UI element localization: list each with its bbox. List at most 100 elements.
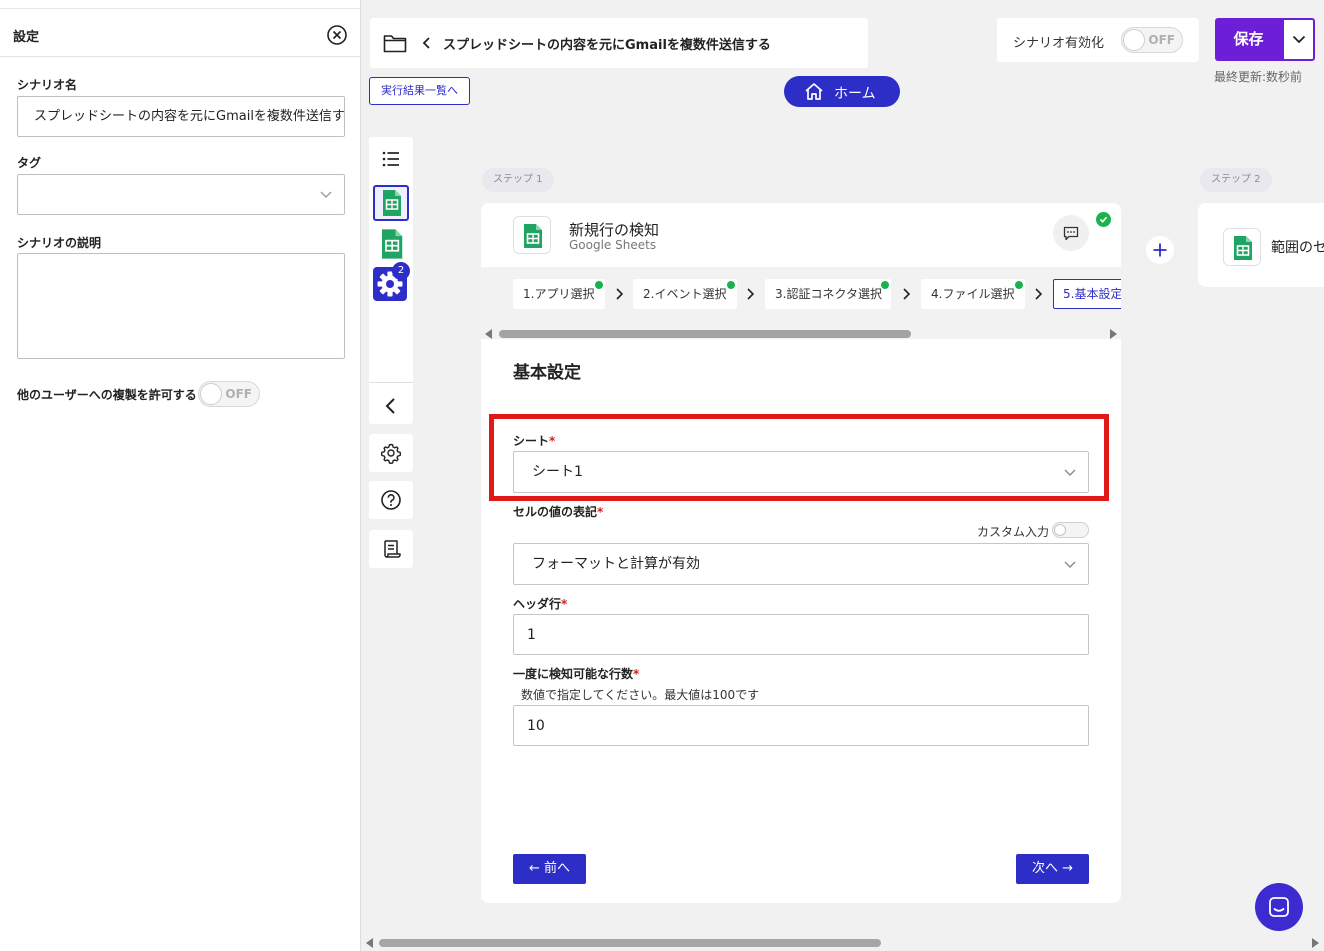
- step-tabs: 1.アプリ選択 2.イベント選択 3.認証コネクタ選択 4.ファイル選択 5.基…: [481, 267, 1121, 339]
- header-row-input[interactable]: 1: [513, 614, 1089, 655]
- tab-label: 1.アプリ選択: [523, 287, 595, 301]
- plus-icon: [1153, 243, 1167, 257]
- check-icon: [727, 281, 735, 289]
- chevron-right-icon: [903, 288, 910, 300]
- log-button[interactable]: [369, 530, 413, 568]
- comment-icon: [1063, 226, 1079, 241]
- prev-button[interactable]: ← 前へ: [513, 854, 586, 884]
- tab-connector-select[interactable]: 3.認証コネクタ選択: [765, 279, 891, 309]
- google-sheets-icon: [382, 229, 403, 259]
- tab-basic-settings[interactable]: 5.基本設定: [1053, 279, 1121, 309]
- scenario-enable-box: シナリオ有効化 OFF: [997, 18, 1199, 62]
- description-label: シナリオの説明: [17, 236, 102, 250]
- toggle-knob: [1123, 29, 1145, 51]
- document-icon: [384, 540, 401, 558]
- tab-event-select[interactable]: 2.イベント選択: [633, 279, 737, 309]
- settings-panel: 設定 シナリオ名 スプレッドシートの内容を元にGmailを複数件送信する タグ …: [0, 0, 361, 951]
- help-button[interactable]: [369, 481, 413, 519]
- folder-icon[interactable]: [383, 33, 407, 53]
- step-complete-badge: [1096, 212, 1111, 227]
- tab-label: 4.ファイル選択: [931, 287, 1015, 301]
- chevron-left-icon[interactable]: [422, 36, 432, 50]
- tabs-scrollbar[interactable]: [481, 325, 1121, 339]
- toolbar-divider: [369, 382, 413, 383]
- tabs-scrollbar-thumb[interactable]: [499, 330, 911, 338]
- home-label: ホーム: [834, 86, 876, 102]
- chat-support-button[interactable]: [1255, 883, 1303, 931]
- chevron-right-icon: [747, 288, 754, 300]
- next-button[interactable]: 次へ →: [1016, 854, 1089, 884]
- allow-copy-toggle[interactable]: OFF: [198, 381, 260, 407]
- header-row-label-text: ヘッダ行: [513, 597, 562, 611]
- scenario-name-input[interactable]: スプレッドシートの内容を元にGmailを複数件送信する: [17, 96, 345, 137]
- last-updated: 最終更新:数秒前: [1214, 70, 1303, 84]
- canvas-scrollbar[interactable]: [362, 935, 1324, 951]
- chevron-right-icon: [616, 288, 623, 300]
- gear-icon: [380, 443, 402, 464]
- scroll-right-icon[interactable]: [1312, 938, 1319, 948]
- tag-label: タグ: [17, 156, 42, 170]
- chevron-down-icon: [320, 191, 332, 198]
- scenario-enable-toggle[interactable]: OFF: [1121, 27, 1183, 53]
- tab-label: 5.基本設定: [1063, 287, 1121, 301]
- settings-button[interactable]: [369, 434, 413, 472]
- chevron-right-icon: [1035, 288, 1042, 300]
- save-options-button[interactable]: [1282, 18, 1315, 61]
- google-sheets-icon: [524, 224, 542, 248]
- help-icon: [381, 490, 401, 510]
- toggle-knob: [1054, 524, 1066, 536]
- tag-select[interactable]: [17, 174, 345, 215]
- header-row-label: ヘッダ行*: [513, 595, 567, 612]
- cell-format-select[interactable]: フォーマットと計算が有効: [513, 543, 1089, 585]
- save-button[interactable]: 保存: [1215, 18, 1282, 61]
- step-2-title: 範囲のセ: [1271, 240, 1324, 256]
- step-1-label: ステップ 1: [482, 168, 554, 192]
- description-textarea[interactable]: [17, 253, 345, 359]
- app-logo: [513, 216, 551, 254]
- list-icon[interactable]: [373, 141, 409, 177]
- required-mark: *: [597, 505, 604, 519]
- check-icon: [595, 281, 603, 289]
- close-icon[interactable]: [326, 24, 348, 46]
- toggle-knob: [200, 383, 222, 405]
- scenario-name-label: シナリオ名: [17, 78, 78, 92]
- step-app-name: Google Sheets: [569, 238, 657, 252]
- app-logo: [1223, 228, 1261, 266]
- home-icon: [805, 83, 823, 100]
- comment-button[interactable]: [1053, 215, 1089, 251]
- chevron-left-icon[interactable]: [373, 388, 409, 424]
- results-list-link[interactable]: 実行結果一覧へ: [369, 77, 470, 105]
- chat-icon: [1269, 897, 1289, 917]
- cell-format-value: フォーマットと計算が有効: [532, 556, 700, 572]
- tab-app-select[interactable]: 1.アプリ選択: [513, 279, 605, 309]
- canvas-scrollbar-thumb[interactable]: [379, 939, 881, 947]
- home-button[interactable]: ホーム: [784, 76, 900, 107]
- check-icon: [1015, 281, 1023, 289]
- max-rows-value: 10: [527, 718, 545, 734]
- check-icon: [1099, 216, 1108, 223]
- scenario-enable-label: シナリオ有効化: [1013, 36, 1105, 51]
- highlight-box: [489, 414, 1109, 501]
- step-1-sheets-button[interactable]: [373, 185, 409, 221]
- step-2-sheets-button[interactable]: [373, 226, 409, 262]
- settings-panel-title: 設定: [13, 30, 40, 45]
- google-sheets-icon: [1234, 236, 1252, 260]
- scroll-left-icon[interactable]: [366, 938, 373, 948]
- allow-copy-toggle-label: OFF: [225, 387, 252, 401]
- step-2-card[interactable]: 範囲のセ: [1198, 203, 1324, 287]
- custom-input-toggle[interactable]: [1052, 522, 1089, 538]
- tab-file-select[interactable]: 4.ファイル選択: [921, 279, 1025, 309]
- settings-panel-header: 設定: [0, 9, 361, 57]
- tab-label: 2.イベント選択: [643, 287, 727, 301]
- max-rows-label: 一度に検知可能な行数*: [513, 665, 639, 682]
- max-rows-input[interactable]: 10: [513, 705, 1089, 746]
- required-mark: *: [561, 597, 568, 611]
- scenario-title: スプレッドシートの内容を元にGmailを複数件送信する: [443, 38, 771, 53]
- google-sheets-icon: [383, 190, 401, 216]
- scroll-right-icon[interactable]: [1109, 329, 1117, 339]
- allow-copy-label: 他のユーザーへの複製を許可する: [17, 388, 197, 402]
- chevron-down-icon: [1292, 35, 1306, 44]
- add-step-button[interactable]: [1146, 236, 1174, 264]
- tab-label: 3.認証コネクタ選択: [775, 287, 882, 301]
- scroll-left-icon[interactable]: [485, 329, 493, 339]
